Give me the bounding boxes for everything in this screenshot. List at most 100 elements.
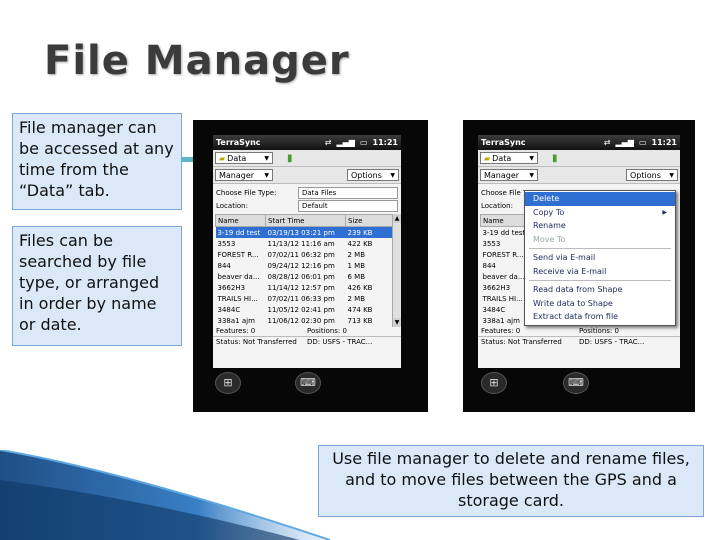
file-start-cell: 11/13/12 11:16 am: [267, 239, 335, 248]
file-name-cell: 3662H3: [482, 283, 511, 292]
scroll-up-icon[interactable]: ▲: [393, 214, 401, 223]
file-size-cell: 713 KB: [347, 316, 373, 325]
manager-dropdown[interactable]: Manager ▼: [480, 169, 538, 181]
keyboard-icon[interactable]: ⌨: [563, 372, 589, 394]
file-name-cell: 338a1 ajm: [482, 316, 520, 325]
menu-item-read-shape[interactable]: Read data from Shape: [525, 283, 675, 297]
chevron-right-icon: ▶: [662, 208, 667, 216]
data-tab-dropdown[interactable]: ▰ Data ▼: [480, 152, 538, 164]
table-row[interactable]: 3553 11/13/12 11:16 am 422 KB: [216, 238, 393, 249]
column-header-name[interactable]: Name: [480, 214, 531, 227]
options-button[interactable]: Options ▼: [347, 169, 399, 181]
dd-text: DD: USFS - TRAC...: [307, 338, 373, 346]
device-photo-context-menu: TerraSync ⇄ ▂▄▆ ▭ 11:21 ▰ Data ▼ ▮ Manag…: [463, 120, 695, 412]
menu-item-rename[interactable]: Rename: [525, 219, 675, 233]
file-size-cell: 422 KB: [347, 239, 373, 248]
file-start-cell: 07/02/11 06:33 pm: [267, 294, 335, 303]
file-name-cell: 3484C: [217, 305, 241, 314]
manager-label: Manager: [484, 170, 520, 180]
connection-icon: ⇄: [603, 138, 611, 147]
positions-label: Positions:: [307, 327, 341, 335]
file-size-cell: 474 KB: [347, 305, 373, 314]
positions-value: 0: [614, 327, 619, 335]
column-header-size[interactable]: Size: [345, 214, 393, 227]
status-bar: Status: Not Transferred DD: USFS - TRAC.…: [213, 336, 401, 347]
table-row[interactable]: 3-19 dd test03/19/13 03:21 pm239 KB: [215, 226, 393, 238]
folder-icon: ▰: [484, 153, 491, 163]
options-button[interactable]: Options ▼: [626, 169, 678, 181]
battery-icon: ▭: [638, 138, 647, 147]
features-label: Features:: [481, 327, 514, 335]
file-table: Name Start Time Size 3-19 dd test03/19/1…: [215, 214, 393, 326]
clock: 11:21: [372, 138, 398, 147]
keyboard-icon[interactable]: ⌨: [295, 372, 321, 394]
file-start-cell: 09/24/12 12:16 pm: [267, 261, 335, 270]
windows-start-icon[interactable]: ⊞: [481, 372, 507, 394]
signal-icon: ▂▄▆: [615, 138, 634, 147]
options-label: Options: [351, 170, 382, 180]
table-row[interactable]: 844 09/24/12 12:16 pm 1 MB: [216, 260, 393, 271]
table-row[interactable]: 3662H3 11/14/12 12:57 pm 426 KB: [216, 282, 393, 293]
info-bar: Features: 0 Positions: 0: [478, 326, 680, 336]
file-name-cell: beaver da...: [217, 272, 260, 281]
chevron-down-icon: ▼: [264, 171, 269, 179]
chevron-down-icon: ▼: [390, 171, 395, 179]
windows-start-icon[interactable]: ⊞: [215, 372, 241, 394]
file-name-cell: FOREST R...: [482, 250, 524, 259]
device-screen: TerraSync ⇄ ▂▄▆ ▭ 11:21 ▰ Data ▼ ▮ Manag…: [213, 135, 401, 368]
file-size-cell: 6 MB: [347, 272, 366, 281]
gps-icon: ▮: [287, 152, 293, 164]
callout-use: Use file manager to delete and rename fi…: [318, 445, 704, 517]
scroll-down-icon[interactable]: ▼: [393, 318, 401, 327]
column-header-start-time[interactable]: Start Time: [265, 214, 346, 227]
file-size-cell: 2 MB: [347, 294, 366, 303]
status-text: Status: Not Transferred: [216, 338, 297, 346]
file-start-cell: 11/05/12 02:41 pm: [267, 305, 335, 314]
menu-item-receive-email[interactable]: Receive via E-mail: [525, 265, 675, 279]
manager-dropdown[interactable]: Manager ▼: [215, 169, 273, 181]
menu-item-extract-file[interactable]: Extract data from file: [525, 310, 675, 324]
menu-item-move-to[interactable]: Move To: [525, 233, 675, 247]
app-name: TerraSync: [216, 138, 261, 147]
folder-icon: ▰: [219, 153, 226, 163]
manager-label: Manager: [219, 170, 255, 180]
gps-icon: ▮: [552, 152, 558, 164]
file-start-cell: 08/28/12 06:01 pm: [267, 272, 335, 281]
file-name-cell: 844: [217, 261, 231, 270]
file-name-cell: 3484C: [482, 305, 506, 314]
connection-icon: ⇄: [324, 138, 332, 147]
menu-item-write-shape[interactable]: Write data to Shape: [525, 297, 675, 311]
app-name: TerraSync: [481, 138, 526, 147]
device-photo-file-list: TerraSync ⇄ ▂▄▆ ▭ 11:21 ▰ Data ▼ ▮ Manag…: [193, 120, 428, 412]
table-row[interactable]: TRAILS HI... 07/02/11 06:33 pm 2 MB: [216, 293, 393, 304]
table-row[interactable]: FOREST R... 07/02/11 06:32 pm 2 MB: [216, 249, 393, 260]
page-title: File Manager: [44, 38, 350, 84]
options-label: Options: [630, 170, 661, 180]
menu-item-copy-to[interactable]: Copy To ▶: [525, 206, 675, 220]
table-row[interactable]: 3484C 11/05/12 02:41 pm 474 KB: [216, 304, 393, 315]
file-type-select[interactable]: Data Files: [298, 186, 398, 199]
file-size-cell: 239 KB: [345, 226, 393, 238]
file-name-cell: 3553: [482, 239, 501, 248]
status-bar: Status: Not Transferred DD: USFS - TRAC.…: [478, 336, 680, 347]
positions-value: 0: [342, 327, 347, 335]
chevron-down-icon: ▼: [669, 171, 674, 179]
file-type-label: Choose File Type:: [216, 188, 277, 197]
context-menu: Delete Copy To ▶ Rename Move To Send via…: [524, 190, 676, 326]
menu-item-delete[interactable]: Delete: [525, 192, 675, 206]
file-name-cell: FOREST R...: [217, 250, 259, 259]
features-value: 0: [515, 327, 521, 335]
file-start-cell: 11/06/12 02:30 pm: [267, 316, 335, 325]
status-text: Status: Not Transferred: [481, 338, 562, 346]
column-header-name[interactable]: Name: [215, 214, 266, 227]
location-label: Location:: [216, 201, 248, 210]
table-row[interactable]: 338a1 ajm 11/06/12 02:30 pm 713 KB: [216, 315, 393, 326]
file-size-cell: 426 KB: [347, 283, 373, 292]
location-select[interactable]: Default: [298, 199, 398, 212]
file-name-cell: TRAILS HI...: [482, 294, 523, 303]
menu-item-send-email[interactable]: Send via E-mail: [525, 251, 675, 265]
scrollbar[interactable]: ▲ ▼: [392, 214, 401, 327]
table-row[interactable]: beaver da... 08/28/12 06:01 pm 6 MB: [216, 271, 393, 282]
data-tab-dropdown[interactable]: ▰ Data ▼: [215, 152, 273, 164]
clock: 11:21: [651, 138, 677, 147]
